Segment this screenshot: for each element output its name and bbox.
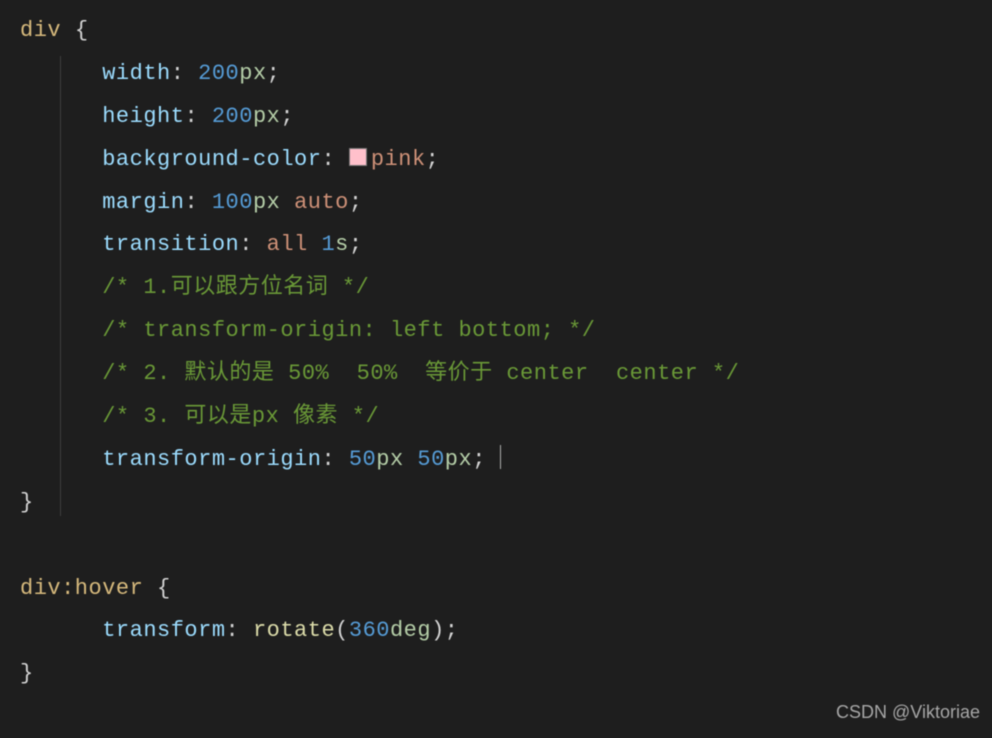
- unit: s: [335, 232, 349, 257]
- number: 50: [349, 447, 376, 472]
- code-line[interactable]: }: [20, 482, 972, 525]
- unit: px: [445, 447, 472, 472]
- pseudo: :hover: [61, 576, 143, 601]
- number: 50: [417, 447, 444, 472]
- indent-guide: [60, 56, 61, 516]
- code-line[interactable]: transition: all 1s;: [20, 224, 972, 267]
- unit: px: [376, 447, 403, 472]
- code-line[interactable]: /* transform-origin: left bottom; */: [20, 310, 972, 353]
- brace-open: {: [157, 576, 171, 601]
- code-line[interactable]: /* 1.可以跟方位名词 */: [20, 267, 972, 310]
- number: 100: [212, 190, 253, 215]
- code-line[interactable]: margin: 100px auto;: [20, 182, 972, 225]
- code-editor[interactable]: div { width: 200px; height: 200px; backg…: [20, 10, 972, 696]
- number: 1: [321, 232, 335, 257]
- code-line[interactable]: transform: rotate(360deg);: [20, 610, 972, 653]
- unit: px: [253, 104, 280, 129]
- comment: /* 2. 默认的是 50% 50% 等价于 center center */: [102, 361, 739, 386]
- keyword: auto: [294, 190, 349, 215]
- keyword: all: [267, 232, 308, 257]
- code-line[interactable]: height: 200px;: [20, 96, 972, 139]
- color-swatch-icon: [349, 148, 367, 166]
- comment: /* 1.可以跟方位名词 */: [102, 275, 369, 300]
- selector: div: [20, 18, 61, 43]
- code-line[interactable]: }: [20, 653, 972, 696]
- color-value: pink: [371, 147, 426, 172]
- property: background-color: [102, 147, 321, 172]
- code-line[interactable]: transform-origin: 50px 50px;: [20, 439, 972, 482]
- brace-close: }: [20, 490, 34, 515]
- code-line[interactable]: width: 200px;: [20, 53, 972, 96]
- unit: px: [253, 190, 280, 215]
- property: transform-origin: [102, 447, 321, 472]
- code-line[interactable]: /* 2. 默认的是 50% 50% 等价于 center center */: [20, 353, 972, 396]
- code-line[interactable]: /* 3. 可以是px 像素 */: [20, 396, 972, 439]
- property: margin: [102, 190, 184, 215]
- watermark: CSDN @Viktoriae: [836, 695, 980, 730]
- cursor-icon: [500, 445, 501, 469]
- number: 200: [212, 104, 253, 129]
- unit: deg: [390, 618, 431, 643]
- property: transition: [102, 232, 239, 257]
- unit: px: [239, 61, 266, 86]
- property: transform: [102, 618, 225, 643]
- brace-open: {: [75, 18, 89, 43]
- selector: div: [20, 576, 61, 601]
- number: 360: [349, 618, 390, 643]
- property: height: [102, 104, 184, 129]
- brace-close: }: [20, 661, 34, 686]
- code-line[interactable]: div {: [20, 10, 972, 53]
- function: rotate: [253, 618, 335, 643]
- property: width: [102, 61, 171, 86]
- code-line[interactable]: div:hover {: [20, 568, 972, 611]
- comment: /* 3. 可以是px 像素 */: [102, 404, 379, 429]
- code-line[interactable]: background-color: pink;: [20, 139, 972, 182]
- comment: /* transform-origin: left bottom; */: [102, 318, 595, 343]
- code-line[interactable]: [20, 525, 972, 568]
- number: 200: [198, 61, 239, 86]
